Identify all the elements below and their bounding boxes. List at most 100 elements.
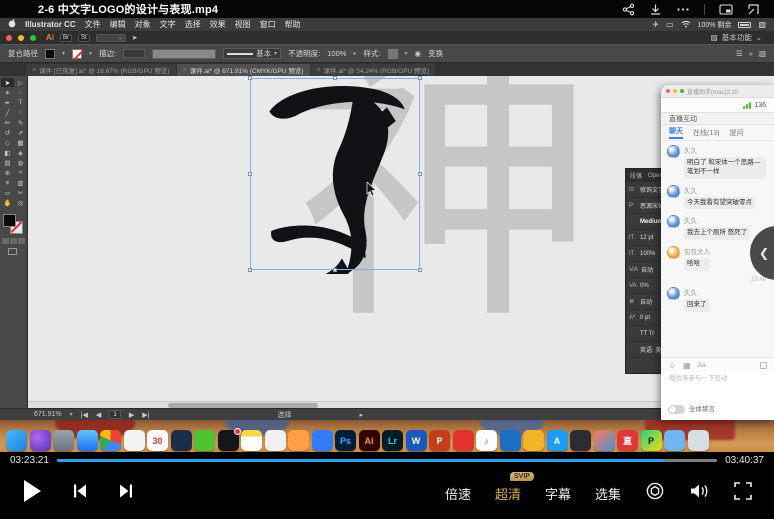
dock-icon-vscode[interactable] xyxy=(500,430,521,451)
blend-tool[interactable]: ≈ xyxy=(14,168,27,177)
handle-w[interactable] xyxy=(248,172,252,176)
direct-selection-tool[interactable]: ▷ xyxy=(14,78,27,87)
status-arrow-icon[interactable]: ▸ xyxy=(359,411,363,419)
first-artboard-icon[interactable]: |◀ xyxy=(81,411,88,419)
char-panel-row[interactable]: IT100% xyxy=(626,246,664,262)
zoom-tool[interactable]: ◎ xyxy=(14,198,27,207)
document-setup-icon[interactable]: ◉ xyxy=(415,49,422,58)
scrollbar-thumb[interactable] xyxy=(168,403,318,408)
wifi-icon[interactable] xyxy=(681,20,691,30)
dock-icon-launchpad[interactable] xyxy=(53,430,74,451)
handle-n[interactable] xyxy=(333,76,337,80)
tab-questions[interactable]: 提问 xyxy=(729,128,743,138)
dock-icon-live-helper[interactable]: 直 xyxy=(617,430,638,451)
type-tool[interactable]: T xyxy=(14,98,27,107)
zoom-caret-icon[interactable]: ▾ xyxy=(70,411,73,418)
stroke-weight-stepper[interactable] xyxy=(123,49,145,58)
dock-icon-mail[interactable] xyxy=(171,430,192,451)
dock-icon-calendar[interactable]: 30 xyxy=(147,430,168,451)
opacity-arrow-icon[interactable]: ▸ xyxy=(353,50,356,57)
pip-icon[interactable] xyxy=(719,3,733,16)
rotate-tool[interactable]: ↺ xyxy=(1,128,14,137)
emoji-icon[interactable]: ☺ xyxy=(668,361,676,370)
free-transform-tool[interactable]: ▦ xyxy=(14,138,27,147)
dock-icon-notes[interactable] xyxy=(241,430,262,451)
menu-effect[interactable]: 效果 xyxy=(210,19,226,30)
char-panel-row[interactable]: TT Tr xyxy=(626,326,664,342)
menu-window[interactable]: 窗口 xyxy=(260,19,276,30)
char-panel-row[interactable]: VA0% xyxy=(626,278,664,294)
play-button[interactable] xyxy=(22,479,42,508)
handle-s[interactable] xyxy=(333,268,337,272)
transform-link[interactable]: 变换 xyxy=(428,48,443,59)
dock-icon-safari[interactable] xyxy=(77,430,98,451)
dock-icon-photos[interactable] xyxy=(124,430,145,451)
menu-view[interactable]: 视图 xyxy=(235,19,251,30)
dock-icon-finder[interactable] xyxy=(6,430,27,451)
workspace-switcher[interactable]: 基本功能 xyxy=(722,32,752,43)
handle-se[interactable] xyxy=(418,268,422,272)
panel-pattern-icon[interactable]: ▨ xyxy=(759,49,766,58)
image-upload-icon[interactable]: ▦ xyxy=(683,361,691,370)
magic-wand-tool[interactable]: ✶ xyxy=(1,88,14,97)
zoom-window-button[interactable] xyxy=(30,35,36,41)
dock-icon-red-app[interactable] xyxy=(453,430,474,451)
menu-help[interactable]: 帮助 xyxy=(285,19,301,30)
subtitles-button[interactable]: 字幕 xyxy=(545,484,571,503)
line-tool[interactable]: ╱ xyxy=(1,108,14,117)
playback-speed-button[interactable]: 倍速 xyxy=(445,484,471,503)
dock-icon-siri[interactable] xyxy=(30,430,51,451)
column-graph-tool[interactable]: ▥ xyxy=(14,178,27,187)
char-panel-row[interactable]: tT12 pt xyxy=(626,230,664,246)
dock-icon-wechat[interactable] xyxy=(194,430,215,451)
menu-select[interactable]: 选择 xyxy=(185,19,201,30)
menu-type[interactable]: 文字 xyxy=(160,19,176,30)
screen-mode-button[interactable] xyxy=(8,248,17,255)
zoom-level[interactable]: 671.91% xyxy=(34,411,62,418)
share-icon[interactable] xyxy=(622,3,635,16)
zoom-select[interactable]: ⌄ xyxy=(96,34,126,42)
close-tab-icon[interactable]: × xyxy=(183,67,187,74)
quality-button[interactable]: SVIP 超清 xyxy=(495,484,521,504)
screen-mirror-icon[interactable]: ▭ xyxy=(666,20,674,29)
char-panel-row[interactable]: 英语: 美国 xyxy=(626,342,664,358)
dock-icon-folder[interactable] xyxy=(664,430,685,451)
style-caret-icon[interactable]: ▾ xyxy=(405,50,408,57)
next-episode-button[interactable] xyxy=(118,483,134,504)
dock-icon-xmind[interactable] xyxy=(523,430,544,451)
style-swatch[interactable] xyxy=(388,49,398,59)
fullscreen-icon[interactable] xyxy=(734,482,752,505)
menu-object[interactable]: 对象 xyxy=(135,19,151,30)
dock-icon-trash[interactable] xyxy=(688,430,709,451)
slice-tool[interactable]: ✂ xyxy=(14,188,27,197)
dock-icon-pycharm[interactable]: P xyxy=(641,430,662,451)
paintbrush-tool[interactable]: ✏ xyxy=(1,118,14,127)
document-tab-1[interactable]: ×课件 [已恢复].ai* @ 16.67% (RGB/GPU 预览) xyxy=(26,64,176,76)
char-panel-row[interactable]: Aª0 pt xyxy=(626,310,664,326)
settings-icon[interactable] xyxy=(645,481,665,506)
dock-icon-pages[interactable] xyxy=(288,430,309,451)
width-tool[interactable]: ◇ xyxy=(1,138,14,147)
dock-icon-chrome[interactable] xyxy=(100,430,121,451)
handle-sw[interactable] xyxy=(248,268,252,272)
stock-button[interactable]: St xyxy=(78,34,90,42)
dock-icon-share-suite[interactable] xyxy=(594,430,615,451)
mesh-tool[interactable]: ▤ xyxy=(1,158,14,167)
dock-icon-itunes[interactable]: ♪ xyxy=(476,430,497,451)
next-artboard-icon[interactable]: ▶ xyxy=(129,411,134,419)
dock-icon-illustrator[interactable]: Ai xyxy=(359,430,380,451)
opacity-value[interactable]: 100% xyxy=(327,49,346,58)
chat-input[interactable]: 我也来参与一下互动 xyxy=(661,372,774,386)
chat-checkbox[interactable] xyxy=(760,362,767,369)
download-icon[interactable] xyxy=(649,3,662,16)
dock-icon-qq[interactable] xyxy=(218,430,239,451)
stroke-swatch[interactable] xyxy=(72,49,82,59)
selection-bounding-box[interactable] xyxy=(250,78,420,270)
airdrop-icon[interactable]: ✈ xyxy=(652,20,659,29)
dock-icon-textedit[interactable] xyxy=(265,430,286,451)
handle-nw[interactable] xyxy=(248,76,252,80)
dock-icon-dark-app[interactable] xyxy=(570,430,591,451)
handle-ne[interactable] xyxy=(418,76,422,80)
hand-tool[interactable]: ✋ xyxy=(1,198,14,207)
document-tab-2[interactable]: ×课件.ai* @ 671.91% (CMYK/GPU 预览) xyxy=(177,64,310,76)
